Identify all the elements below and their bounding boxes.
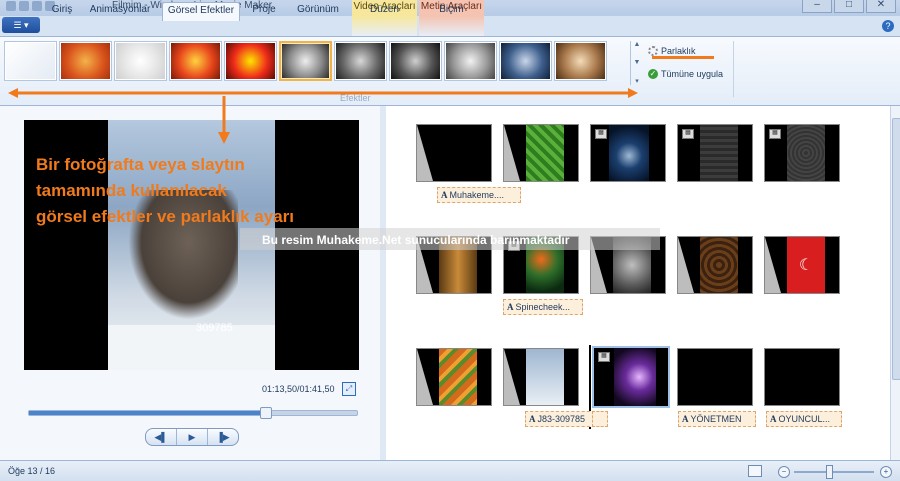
app-menu-icon: ☰ ▾ — [13, 20, 29, 30]
effect-thumb-blur[interactable] — [59, 41, 112, 81]
window-controls: – □ ✕ — [802, 0, 896, 13]
caption-tag[interactable]: A YÖNETMEN — [678, 411, 756, 427]
zoom-slider-track[interactable] — [794, 471, 874, 473]
seek-thumb[interactable] — [260, 407, 273, 419]
scroll-up-icon[interactable]: ▲ — [634, 41, 641, 48]
storyboard-clip[interactable] — [677, 236, 753, 294]
undo-icon[interactable] — [19, 1, 29, 11]
effect-thumb-threshold[interactable] — [444, 41, 497, 81]
storyboard-clip[interactable]: ▦ — [590, 124, 666, 182]
tab-gorsel-efektler[interactable]: Görsel Efektler — [162, 2, 240, 21]
annotation-arrow-vertical — [218, 96, 230, 144]
storyboard-clip-selected[interactable]: ▦ — [592, 346, 670, 408]
caption-tag-short[interactable] — [592, 411, 608, 427]
ribbon-separator — [733, 41, 734, 97]
storyboard-clip[interactable] — [416, 348, 492, 406]
effect-thumb-sketch[interactable] — [114, 41, 167, 81]
effect-thumb-grayscale-selected[interactable] — [279, 41, 332, 81]
caption-text: Muhakeme.... — [449, 190, 505, 200]
apply-all-label: Tümüne uygula — [661, 69, 724, 79]
text-icon: A — [682, 414, 689, 424]
caption-tag[interactable]: A J83-309785 — [525, 411, 595, 427]
next-frame-icon[interactable]: ▐▶ — [207, 429, 238, 445]
scrollbar-thumb[interactable] — [892, 118, 900, 380]
seek-bar[interactable] — [28, 407, 358, 419]
tab-giris[interactable]: Giriş — [44, 2, 80, 20]
storyboard-clip[interactable] — [503, 124, 579, 182]
zoom-slider-thumb[interactable] — [826, 465, 833, 479]
text-icon: A — [441, 190, 448, 200]
item-counter: Öğe 13 / 16 — [8, 466, 56, 476]
storyboard-clip[interactable] — [503, 348, 579, 406]
help-icon[interactable]: ? — [882, 20, 894, 32]
caption-tag[interactable]: A Muhakeme.... — [437, 187, 521, 203]
zoom-plus-icon[interactable]: + — [880, 466, 892, 478]
expand-gallery-icon[interactable]: ▾ — [635, 77, 639, 85]
tab-animasyonlar[interactable]: Animasyonlar — [84, 2, 156, 20]
tab-bicim[interactable]: Biçim — [419, 2, 484, 20]
text-icon: A — [507, 302, 514, 312]
status-bar: Öğe 13 / 16 − + — [0, 460, 900, 481]
brightness-icon — [648, 46, 658, 56]
seek-progress — [29, 411, 266, 415]
tab-proje[interactable]: Proje — [244, 2, 284, 20]
storyboard-clip[interactable] — [677, 348, 753, 406]
effect-thumb-vivid[interactable] — [224, 41, 277, 81]
prev-frame-icon[interactable]: ◀▌ — [146, 429, 176, 445]
storyboard-clip[interactable] — [764, 348, 840, 406]
minimize-button[interactable]: – — [802, 0, 832, 13]
caption-text: OYUNCUL... — [778, 414, 831, 424]
storyboard-clip[interactable] — [416, 124, 492, 182]
brightness-label: Parlaklık — [661, 46, 696, 56]
scroll-down-icon[interactable]: ▼ — [634, 59, 641, 66]
maximize-button[interactable]: □ — [834, 0, 864, 13]
snow-area — [108, 325, 275, 370]
effect-thumb-contrast[interactable] — [389, 41, 442, 81]
effect-thumb-none[interactable] — [4, 41, 57, 81]
caption-tag[interactable]: A OYUNCUL... — [766, 411, 842, 427]
brightness-button[interactable]: Parlaklık — [648, 46, 696, 56]
apply-all-icon: ✓ — [648, 69, 658, 79]
effects-gallery — [4, 41, 628, 85]
tab-gorunum[interactable]: Görünüm — [290, 2, 346, 20]
redo-icon[interactable] — [32, 1, 42, 11]
effect-thumb-sepia[interactable] — [554, 41, 607, 81]
apply-all-button[interactable]: ✓ Tümüne uygula — [648, 69, 723, 79]
save-icon[interactable] — [6, 1, 16, 11]
effect-thumb-warm[interactable] — [169, 41, 222, 81]
text-icon: A — [529, 414, 536, 424]
annotation-arrow-horizontal — [8, 88, 638, 98]
storyboard-view-icon[interactable] — [748, 465, 762, 477]
storyboard-clip[interactable]: ☾ — [764, 236, 840, 294]
playback-time: 01:13,50/01:41,50 — [262, 384, 335, 394]
effect-thumb-black-white[interactable] — [334, 41, 387, 81]
effect-thumb-cyanotype[interactable] — [499, 41, 552, 81]
fullscreen-icon[interactable]: ⤢ — [342, 382, 356, 396]
caption-text: YÖNETMEN — [690, 414, 742, 424]
annotation-text: Bir fotoğrafta veya slaytın tamamında ku… — [36, 152, 396, 230]
caption-tag[interactable]: A Spinecheek... — [503, 299, 583, 315]
play-icon[interactable]: ▶ — [176, 429, 207, 445]
brightness-highlight — [652, 56, 714, 59]
annotation-line: tamamında kullanılacak — [36, 181, 227, 200]
playback-controls: ◀▌ ▶ ▐▶ — [145, 428, 239, 446]
close-button[interactable]: ✕ — [866, 0, 896, 13]
caption-text: Spinecheek... — [515, 302, 571, 312]
text-icon: A — [770, 414, 777, 424]
caption-text: J83-309785 — [537, 414, 586, 424]
storyboard-scrollbar[interactable] — [890, 106, 900, 460]
zoom-minus-icon[interactable]: − — [778, 466, 790, 478]
storyboard-clip[interactable]: ▦ — [764, 124, 840, 182]
overlay-number: 309785 — [196, 322, 233, 334]
annotation-line: görsel efektler ve parlaklık ayarı — [36, 207, 294, 226]
gallery-scroll[interactable]: ▲ ▼ ▾ — [630, 41, 643, 85]
annotation-line: Bir fotoğrafta veya slaytın — [36, 155, 245, 174]
watermark-text: Bu resim Muhakeme.Net sunucularında barı… — [262, 233, 570, 247]
storyboard-clip[interactable]: ▦ — [677, 124, 753, 182]
tab-duzen[interactable]: Düzen — [352, 2, 417, 20]
app-menu-button[interactable]: ☰ ▾ — [2, 17, 40, 33]
